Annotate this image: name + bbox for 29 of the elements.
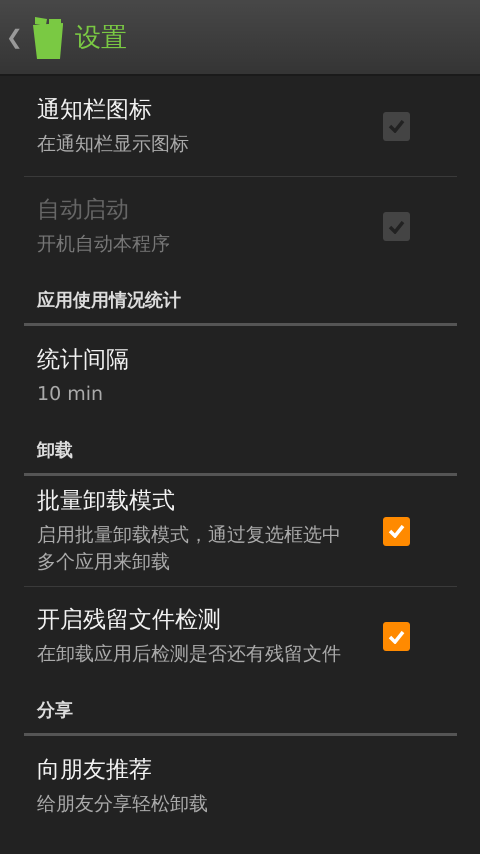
setting-title: 统计间隔 <box>37 346 130 374</box>
back-button[interactable]: ❮ <box>6 24 23 50</box>
setting-summary: 在通知栏显示图标 <box>37 132 190 156</box>
setting-title: 开启残留文件检测 <box>37 606 222 635</box>
checkmark-icon <box>388 630 405 644</box>
setting-title: 通知栏图标 <box>37 96 153 124</box>
setting-row[interactable]: 向朋友推荐 给朋友分享轻松卸载 <box>0 736 480 836</box>
setting-summary: 启用批量卸载模式，通过复选框选中多个应用来卸载 <box>37 523 342 575</box>
setting-summary: 10 min <box>37 382 104 406</box>
setting-title: 自动启动 <box>37 196 130 225</box>
checkbox[interactable] <box>383 622 410 651</box>
category-header: 应用使用情况统计 <box>37 288 181 312</box>
screen-title: 设置 <box>75 22 127 54</box>
setting-summary: 给朋友分享轻松卸载 <box>37 792 209 816</box>
checkbox[interactable] <box>383 516 410 546</box>
category-header: 卸载 <box>37 438 73 462</box>
setting-row[interactable]: 统计间隔 10 min <box>0 326 480 426</box>
setting-title: 批量卸载模式 <box>37 487 176 516</box>
setting-row[interactable]: 开启残留文件检测 在卸载应用后检测是否还有残留文件 <box>24 586 457 686</box>
setting-summary: 在卸载应用后检测是否还有残留文件 <box>37 642 342 667</box>
setting-row[interactable]: 批量卸载模式 启用批量卸载模式，通过复选框选中多个应用来卸载 <box>0 476 480 586</box>
category-header: 分享 <box>37 698 73 722</box>
checkbox[interactable] <box>383 112 410 140</box>
setting-row[interactable]: 通知栏图标 在通知栏显示图标 <box>0 76 480 176</box>
checkmark-icon <box>388 220 405 234</box>
checkmark-icon <box>388 119 405 133</box>
setting-title: 向朋友推荐 <box>37 756 153 784</box>
setting-summary: 开机自动本程序 <box>37 232 171 257</box>
checkmark-icon <box>388 524 405 538</box>
